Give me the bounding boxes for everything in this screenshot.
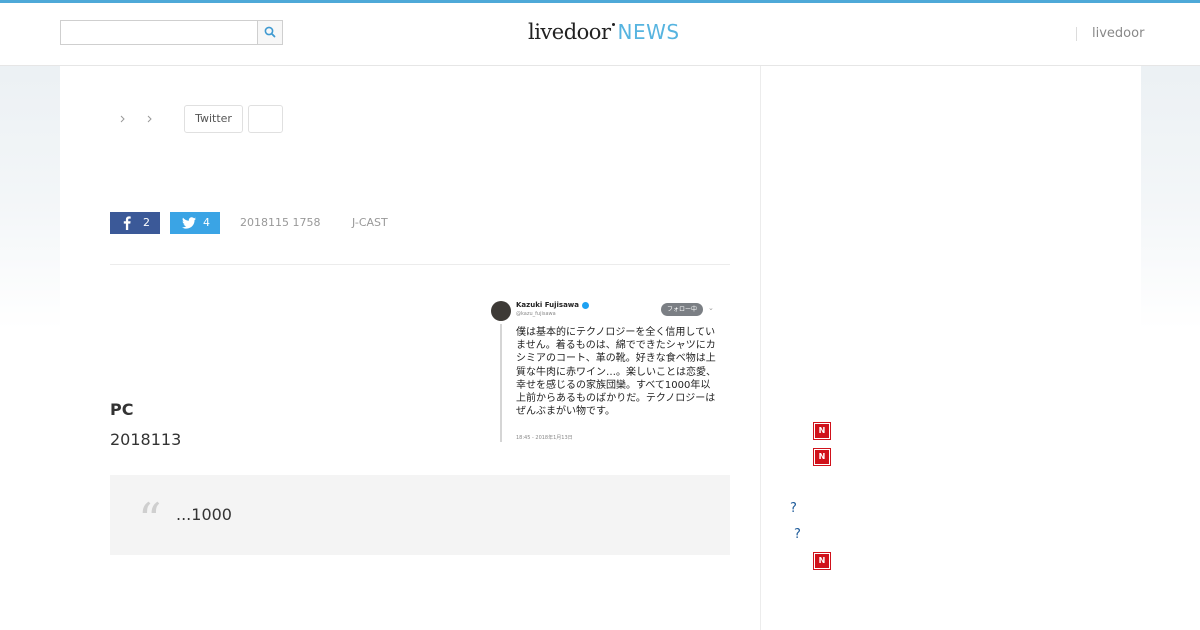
chevron-right-icon xyxy=(147,115,152,123)
sidebar-question-link[interactable]: ? xyxy=(790,501,797,516)
tweet-author-handle: @kazu_fujisawa xyxy=(516,311,556,317)
twitter-share-button[interactable]: 4 xyxy=(170,212,220,234)
tag-empty[interactable] xyxy=(248,105,283,133)
new-badge: N xyxy=(814,423,830,439)
site-logo[interactable]: livedoor NEWS xyxy=(528,20,680,44)
tweet-text: 僕は基本的にテクノロジーを全く信用していません。着るものは、綿でできたシャツにカ… xyxy=(516,327,716,418)
tweet-author-name-text: Kazuki Fujisawa xyxy=(516,301,579,309)
new-badge: N xyxy=(814,553,830,569)
tweet-timestamp: 18:45 - 2018年1月13日 xyxy=(516,435,573,441)
twitter-icon xyxy=(182,217,196,229)
search-icon xyxy=(264,26,276,38)
facebook-share-count: 2 xyxy=(143,216,150,229)
sidebar: N N ? ? N xyxy=(760,66,1141,630)
chevron-down-icon: ⌄ xyxy=(708,304,714,312)
new-badge: N xyxy=(814,449,830,465)
tweet-thread-line xyxy=(500,324,502,442)
twitter-share-count: 4 xyxy=(203,216,210,229)
avatar xyxy=(491,301,511,321)
site-header: livedoor NEWS livedoor xyxy=(0,3,1200,66)
logo-news: NEWS xyxy=(617,20,680,44)
facebook-icon xyxy=(123,216,131,230)
post-source[interactable]: J-CAST xyxy=(352,216,388,229)
logo-dot xyxy=(611,23,615,26)
post-date: 2018115 1758 xyxy=(240,216,321,229)
chevron-right-icon xyxy=(120,115,125,123)
search-input[interactable] xyxy=(60,20,261,45)
search-button[interactable] xyxy=(257,20,283,45)
quote-icon: “ xyxy=(138,493,162,547)
facebook-share-button[interactable]: 2 xyxy=(110,212,160,234)
article-subheading-date: 2018113 xyxy=(110,430,182,449)
sidebar-question-link[interactable]: ? xyxy=(794,527,801,542)
tweet-author-name: Kazuki Fujisawa xyxy=(516,301,589,309)
logo-wordmark: livedoor xyxy=(528,20,611,44)
header-divider xyxy=(1076,27,1077,41)
tag-twitter[interactable]: Twitter xyxy=(184,105,243,133)
verified-icon xyxy=(582,301,589,309)
quote-text: ...1000 xyxy=(176,505,232,524)
quote-block: “ ...1000 xyxy=(110,475,730,555)
article-heading: PC xyxy=(110,400,134,419)
tweet-follow-badge: フォロー中 xyxy=(661,303,703,316)
tweet-image: Kazuki Fujisawa @kazu_fujisawa フォロー中 ⌄ 僕… xyxy=(488,296,732,448)
livedoor-link[interactable]: livedoor xyxy=(1092,26,1144,41)
divider xyxy=(110,264,730,265)
search-box xyxy=(60,20,283,45)
